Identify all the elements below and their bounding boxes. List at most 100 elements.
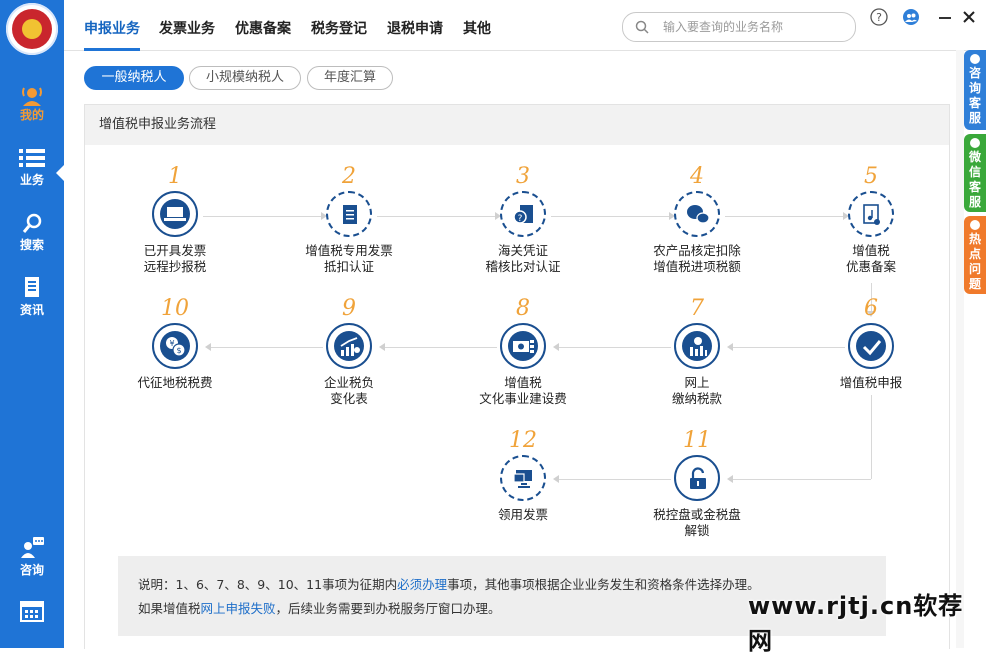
step-3[interactable]: 3 ? 海关凭证 稽核比对认证	[453, 163, 593, 275]
step-number: 7	[690, 296, 704, 321]
sidebar-item-label: 搜索	[19, 238, 44, 252]
step-5[interactable]: 5 增值税 优惠备案	[801, 163, 941, 275]
close-icon[interactable]	[960, 8, 978, 26]
money-icon	[500, 323, 546, 369]
search-box[interactable]	[622, 12, 856, 42]
must-handle-link[interactable]: 必须办理	[397, 577, 447, 592]
user-icon	[970, 54, 980, 64]
consult-service-tab[interactable]: 咨询客服	[964, 50, 986, 130]
tab-preferential-filing[interactable]: 优惠备案	[235, 18, 291, 48]
monitor-icon	[500, 455, 546, 501]
bar-chart-coin-icon	[674, 323, 720, 369]
sidebar-item-consult[interactable]: 咨询	[0, 527, 64, 587]
step-number: 6	[864, 296, 878, 321]
sidebar-item-mine[interactable]: 我的	[0, 72, 64, 132]
unlock-icon	[674, 455, 720, 501]
step-12[interactable]: 12 领用发票	[453, 427, 593, 523]
document-icon	[326, 191, 372, 237]
step-9[interactable]: 9 企业税负 变化表	[279, 295, 419, 407]
subtab-general-taxpayer[interactable]: 一般纳税人	[84, 66, 184, 90]
sidebar-item-search[interactable]: 搜索	[0, 202, 64, 262]
user-broadcast-icon	[19, 82, 45, 106]
active-indicator	[56, 165, 64, 181]
hot-issues-tab[interactable]: 热点问题	[964, 216, 986, 294]
calendar-icon	[19, 600, 45, 622]
step-label: 税控盘或金税盘	[653, 507, 741, 522]
wechat-service-tab[interactable]: 微信客服	[964, 134, 986, 212]
sidebar-item-label: 资讯	[19, 303, 44, 317]
step-label: 增值税	[504, 375, 542, 390]
step-7[interactable]: 7 网上 缴纳税款	[627, 295, 767, 407]
step-label: 增值税进项税额	[653, 259, 741, 274]
sidebar-item-label: 咨询	[19, 563, 44, 577]
right-tab-label: 咨询客服	[969, 66, 982, 125]
step-label: 优惠备案	[845, 259, 896, 274]
step-label: 企业税负	[323, 375, 374, 390]
step-number: 4	[690, 164, 704, 189]
checkmark-icon	[848, 323, 894, 369]
search-input[interactable]	[661, 17, 845, 37]
panel-title: 增值税申报业务流程	[85, 105, 949, 145]
note-text: 说明：1、6、7、8、9、10、11事项为征期内	[138, 577, 398, 592]
search-icon	[635, 19, 649, 34]
step-label: 稽核比对认证	[485, 259, 561, 274]
step-number: 5	[864, 164, 878, 189]
step-label: 代征地税税费	[137, 375, 213, 390]
step-4[interactable]: 4 农产品核定扣除 增值税进项税额	[627, 163, 767, 275]
step-number: 2	[342, 164, 356, 189]
right-tab-label: 微信客服	[969, 150, 982, 209]
subtab-small-scale-taxpayer[interactable]: 小规模纳税人	[189, 66, 301, 90]
sidebar-item-business[interactable]: 业务	[0, 137, 64, 197]
step-11[interactable]: 11 税控盘或金税盘 解锁	[627, 427, 767, 539]
step-8[interactable]: 8 增值税 文化事业建设费	[453, 295, 593, 407]
step-label: 已开具发票	[143, 243, 207, 258]
step-label: 文化事业建设费	[479, 391, 567, 406]
step-number: 1	[168, 164, 182, 189]
account-icon[interactable]	[902, 8, 920, 26]
step-label: 农产品核定扣除	[653, 243, 741, 258]
help-icon[interactable]: ?	[870, 8, 888, 26]
sidebar-item-label: 我的	[19, 108, 44, 122]
step-label: 网上	[684, 375, 710, 390]
growth-chart-icon	[326, 323, 372, 369]
step-label: 增值税专用发票	[305, 243, 393, 258]
step-2[interactable]: 2 增值税专用发票 抵扣认证	[279, 163, 419, 275]
tab-tax-refund[interactable]: 退税申请	[387, 18, 443, 48]
tax-emblem-logo	[6, 3, 58, 55]
connector	[871, 395, 872, 479]
note-text: 如果增值税	[138, 601, 201, 616]
step-number: 12	[509, 428, 537, 453]
step-number: 8	[516, 296, 530, 321]
tab-invoice[interactable]: 发票业务	[159, 18, 215, 48]
step-10[interactable]: 10 ¥ $ 代征地税税费	[105, 295, 245, 391]
right-tab-label: 热点问题	[969, 232, 982, 291]
sidebar-item-news[interactable]: 资讯	[0, 267, 64, 327]
sidebar-item-label: 业务	[19, 173, 44, 187]
chat-user-icon	[19, 537, 45, 559]
online-declaration-failure-link[interactable]: 网上申报失败	[201, 601, 276, 616]
sidebar-item-calendar[interactable]	[0, 592, 64, 642]
document-icon	[19, 277, 45, 299]
note-line-1: 说明：1、6、7、8、9、10、11事项为征期内必须办理事项，其他事项根据企业业…	[138, 574, 760, 593]
tab-declare[interactable]: 申报业务	[84, 18, 140, 51]
note-line-2: 如果增值税网上申报失败，后续业务需要到办税服务厅窗口办理。	[138, 598, 501, 617]
step-label: 抵扣认证	[323, 259, 374, 274]
step-6[interactable]: 6 增值税申报	[801, 295, 941, 391]
question-icon	[970, 220, 980, 230]
step-number: 10	[161, 296, 189, 321]
svg-text:$: $	[176, 346, 181, 355]
vertical-scrollbar[interactable]	[956, 50, 964, 648]
step-label: 海关凭证	[497, 243, 548, 258]
svg-text:?: ?	[876, 11, 882, 24]
svg-text:?: ?	[518, 214, 523, 224]
tab-other[interactable]: 其他	[463, 18, 491, 48]
wechat-icon	[970, 138, 980, 148]
minimize-icon[interactable]	[936, 8, 954, 26]
step-1[interactable]: 1 已开具发票 远程抄报税	[105, 163, 245, 275]
step-number: 3	[516, 164, 530, 189]
tab-tax-registration[interactable]: 税务登记	[311, 18, 367, 48]
step-label: 增值税	[852, 243, 890, 258]
step-label: 领用发票	[497, 507, 548, 522]
subtab-annual-settlement[interactable]: 年度汇算	[307, 66, 393, 90]
speech-bubbles-icon	[674, 191, 720, 237]
